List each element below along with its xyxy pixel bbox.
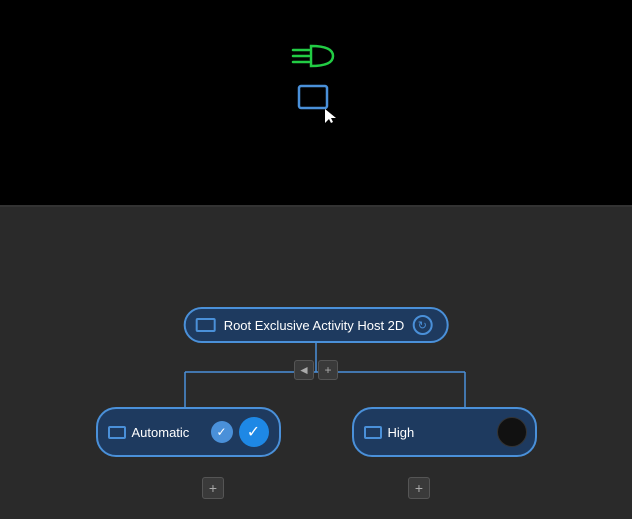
preview-area: [0, 0, 632, 205]
expand-button[interactable]: +: [318, 360, 338, 380]
headlight-icon: [291, 40, 341, 72]
automatic-confirm-icon[interactable]: ✓: [239, 417, 269, 447]
high-node[interactable]: High: [352, 407, 537, 457]
automatic-node-label: Automatic: [132, 425, 205, 440]
icon-container: [291, 40, 341, 123]
collapse-button[interactable]: ◄: [294, 360, 314, 380]
child-nodes-row: Automatic ✓ ✓ High: [0, 407, 632, 457]
add-buttons-row: + +: [0, 477, 632, 499]
high-node-circle: [497, 417, 527, 447]
automatic-add-button[interactable]: +: [202, 477, 224, 499]
automatic-node-monitor-icon: [108, 426, 126, 439]
tree-area: Root Exclusive Activity Host 2D ↻ ◄ + Au…: [0, 272, 632, 519]
root-node-label: Root Exclusive Activity Host 2D: [224, 318, 405, 333]
automatic-node[interactable]: Automatic ✓ ✓: [96, 407, 281, 457]
automatic-check-icon[interactable]: ✓: [211, 421, 233, 443]
middle-area: [0, 207, 632, 272]
high-node-label: High: [388, 425, 491, 440]
high-node-monitor-icon: [364, 426, 382, 439]
root-node-refresh-icon[interactable]: ↻: [412, 315, 432, 335]
root-node-monitor-icon: [196, 318, 216, 332]
cursor-icon: [325, 109, 339, 125]
root-node[interactable]: Root Exclusive Activity Host 2D ↻: [184, 307, 449, 343]
high-add-button[interactable]: +: [408, 477, 430, 499]
tree-controls: ◄ +: [294, 360, 338, 380]
